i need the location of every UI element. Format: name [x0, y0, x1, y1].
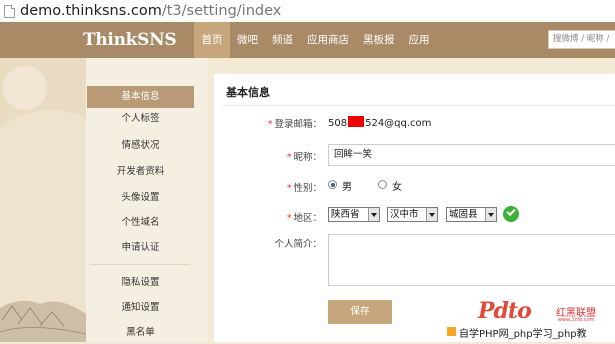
nickname-label: * 昵称：	[286, 152, 322, 163]
checkmark-icon	[503, 206, 519, 222]
url-text[interactable]: demo.thinksns.com/t3/setting/index	[20, 2, 281, 20]
sidebar-item-basic-info[interactable]: 基本信息	[87, 86, 194, 108]
redaction-box	[348, 116, 365, 127]
sidebar-item-tags[interactable]: 个人标签	[87, 108, 194, 130]
required-marker: *	[286, 213, 292, 224]
page-title: 基本信息	[226, 86, 270, 99]
sidebar-item-domain[interactable]: 个性域名	[87, 212, 194, 234]
chevron-down-icon	[426, 208, 437, 221]
save-button[interactable]: 保存	[328, 300, 392, 324]
caption-logo-icon	[447, 327, 456, 336]
sidebar-divider	[90, 264, 190, 265]
gender-male-radio[interactable]	[328, 180, 337, 189]
nav-item-channel[interactable]: 频道	[265, 22, 300, 58]
gender-label: * 性别：	[286, 183, 322, 194]
page-icon	[4, 5, 15, 18]
email-value: 508 524@qq.com	[328, 116, 432, 129]
sidebar-item-relationship[interactable]: 情感状况	[87, 135, 194, 157]
settings-sidebar: 基本信息 个人标签 情感状况 开发者资料 头像设置 个性域名 申请认证 隐私设置…	[86, 58, 208, 342]
required-marker: *	[286, 152, 292, 163]
region-label: * 地区：	[286, 213, 322, 224]
watermark-logo: Pdto	[478, 298, 532, 324]
sidebar-item-verify[interactable]: 申请认证	[87, 237, 194, 259]
top-nav: ThinkSNS 首页 微吧 频道 应用商店 黑板报 应用 搜微博 / 昵称 /	[0, 22, 615, 58]
gender-female-label[interactable]: 女	[392, 178, 402, 193]
title-divider	[222, 105, 615, 106]
chevron-down-icon	[485, 208, 496, 221]
required-marker: *	[267, 119, 273, 130]
province-select[interactable]: 陕西省	[328, 207, 380, 222]
url-host: demo.thinksns.com	[20, 3, 162, 19]
address-bar[interactable]: demo.thinksns.com/t3/setting/index	[0, 0, 615, 23]
caption-watermark: 自学PHP网_php学习_php教	[445, 322, 615, 342]
gender-male-label[interactable]: 男	[342, 178, 352, 193]
email-label: * 登录邮箱：	[267, 119, 322, 130]
sidebar-item-privacy[interactable]: 隐私设置	[87, 272, 194, 294]
sidebar-item-blacklist[interactable]: 黑名单	[87, 322, 194, 344]
chevron-down-icon	[368, 208, 379, 221]
sidebar-item-avatar[interactable]: 头像设置	[87, 187, 194, 209]
background-illustration	[0, 58, 86, 342]
nickname-field[interactable]: 回眸一笑	[328, 144, 615, 166]
gender-female-radio[interactable]	[378, 180, 387, 189]
sidebar-item-notifications[interactable]: 通知设置	[87, 297, 194, 319]
county-select[interactable]: 城固县	[446, 207, 497, 222]
nav-item-home[interactable]: 首页	[194, 22, 230, 58]
nav-item-apps[interactable]: 应用	[402, 22, 437, 58]
search-input[interactable]: 搜微博 / 昵称 /	[548, 30, 615, 49]
intro-textarea[interactable]	[328, 234, 615, 286]
sidebar-item-developer[interactable]: 开发者资料	[87, 161, 194, 183]
nav-item-blackboard[interactable]: 黑板报	[356, 22, 402, 58]
required-marker: *	[286, 183, 292, 194]
url-path: /t3/setting/index	[161, 3, 282, 19]
intro-label: 个人简介：	[274, 239, 322, 250]
main-nav: 首页 微吧 频道 应用商店 黑板报 应用	[194, 22, 437, 58]
nav-item-weiba[interactable]: 微吧	[230, 22, 265, 58]
city-select[interactable]: 汉中市	[387, 207, 438, 222]
caption-text: 自学PHP网_php学习_php教	[459, 329, 587, 340]
site-logo[interactable]: ThinkSNS	[83, 28, 177, 52]
nav-item-app-store[interactable]: 应用商店	[300, 22, 356, 58]
